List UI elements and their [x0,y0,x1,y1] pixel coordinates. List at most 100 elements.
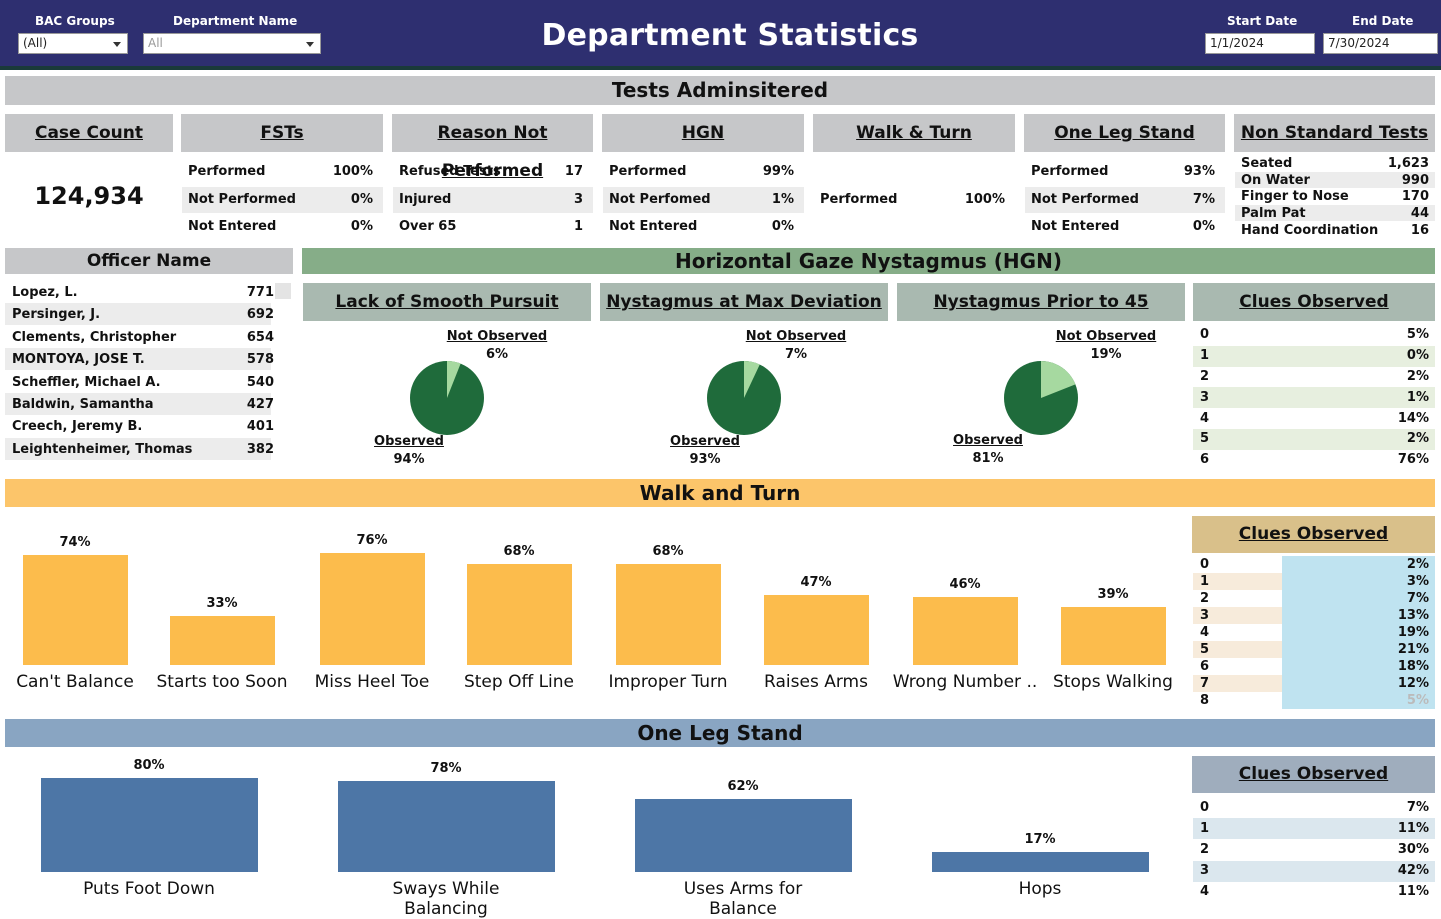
scrollbar-thumb[interactable] [275,283,291,299]
clue-percent: 1% [1406,389,1429,405]
officer-name: Persinger, J. [12,307,101,323]
bar-mark[interactable] [931,852,1149,872]
case-count-heading[interactable]: Case Count [5,114,173,152]
bar-value-label: 74% [59,535,91,551]
hgn-clues-heading[interactable]: Clues Observed [1193,283,1435,321]
stat-value: 3 [573,192,583,207]
clue-percent: 7% [1406,799,1429,815]
bar-value-label: 80% [133,758,165,774]
hgn-pie-chart[interactable] [704,358,784,438]
clue-row: 0 2% [1193,556,1435,573]
clue-count: 5 [1200,641,1210,657]
one-leg-stand-title: One Leg Stand [5,719,1435,747]
hgn-heading[interactable]: HGN [602,114,804,152]
officer-row[interactable]: Baldwin, Samantha 427 [5,393,274,415]
bar-mark[interactable] [634,799,852,872]
clue-row: 6 18% [1193,658,1435,675]
fsts-heading[interactable]: FSTs [181,114,383,152]
officer-row[interactable]: Scheffler, Michael A. 540 [5,371,274,393]
clue-percent: 2% [1406,368,1429,384]
stat-value: 93% [1183,164,1215,179]
observed-value: 94% [393,452,425,467]
non-standard-row: Seated 1,623 [1235,155,1435,171]
hgn-pie-heading[interactable]: Nystagmus Prior to 45 [897,283,1185,321]
end-date-label: End Date [1352,14,1414,28]
stat-value: 17 [564,164,583,179]
clue-row: 3 13% [1193,607,1435,624]
clue-percent: 5% [1406,692,1429,708]
bar-mark[interactable] [1060,607,1166,665]
bar-mark[interactable] [22,555,128,665]
non-standard-value: 1,623 [1387,156,1429,171]
bar-mark[interactable] [319,552,425,665]
clue-count: 3 [1200,607,1210,623]
stat-value: 0% [350,219,373,234]
clue-percent: 18% [1397,658,1429,674]
officer-row[interactable]: Persinger, J. 692 [5,303,274,326]
clue-row: 4 19% [1193,624,1435,641]
non-standard-label: Hand Coordination [1241,222,1379,238]
clue-count: 2 [1200,590,1210,606]
department-name-select[interactable]: All [143,33,321,54]
clue-row: 6 76% [1193,450,1435,471]
clue-count: 0 [1200,799,1210,815]
bar-mark[interactable] [912,596,1018,665]
stat-row: Not Perfomed 1% [603,187,804,213]
clue-percent: 42% [1397,863,1429,879]
officer-list[interactable]: Lopez, L. 771 Persinger, J. 692 Clements, Ch… [5,281,293,471]
one-leg-stand-clues-heading[interactable]: Clues Observed [1192,756,1435,793]
officer-row[interactable]: Clements, Christopher 654 [5,326,274,348]
hgn-pie-chart[interactable] [407,358,487,438]
bar-value-label: 68% [652,544,684,560]
stat-row: Performed 100% [814,187,1015,213]
clue-percent: 7% [1406,590,1429,606]
stat-label: Refused Tests [399,164,501,179]
stat-row: Performed 100% [182,159,383,185]
bac-groups-select[interactable]: (All) [18,33,128,54]
bar-mark[interactable] [466,564,572,665]
stat-label: Injured [399,192,452,207]
walk-turn-heading[interactable]: Walk & Turn [813,114,1015,152]
one-leg-stand-heading[interactable]: One Leg Stand [1024,114,1225,152]
start-date-input[interactable]: 1/1/2024 [1205,33,1315,54]
bar-value-label: 33% [206,596,238,612]
bar-mark[interactable] [40,778,258,872]
officer-count: 771 [246,285,274,300]
start-date-label: Start Date [1227,14,1298,28]
reason-not-performed-heading[interactable]: Reason Not Performed [392,114,593,181]
bar-mark[interactable] [615,564,721,665]
bar-value-label: 78% [430,760,462,776]
clue-count: 4 [1200,624,1210,640]
stat-label: Not Perfomed [609,192,711,207]
bar-mark[interactable] [337,780,555,872]
clue-percent: 12% [1397,675,1429,691]
officer-row[interactable]: MONTOYA, JOSE T. 578 [5,348,274,371]
stat-row: Injured 3 [393,187,593,213]
clue-row: 4 11% [1193,882,1435,903]
clue-count: 7 [1200,675,1210,691]
stat-label: Not Entered [1031,219,1120,234]
bar-mark[interactable] [169,616,275,665]
clue-count: 0 [1200,556,1210,572]
officer-row[interactable]: Leightenheimer, Thomas 382 [5,437,274,460]
clue-count: 4 [1200,410,1210,426]
hgn-pie-heading[interactable]: Nystagmus at Max Deviation [600,283,888,321]
non-standard-tests-heading[interactable]: Non Standard Tests [1234,114,1435,152]
stat-row: Performed 99% [603,159,804,185]
walk-turn-clues-heading[interactable]: Clues Observed [1192,516,1435,553]
hgn-pie-chart[interactable] [1001,358,1081,438]
hgn-pie-heading[interactable]: Lack of Smooth Pursuit [303,283,591,321]
end-date-input[interactable]: 7/30/2024 [1323,33,1438,54]
department-name-label: Department Name [173,14,298,28]
walk-and-turn-title: Walk and Turn [5,479,1435,507]
stat-label: Performed [820,192,898,207]
clue-row: 5 2% [1193,429,1435,450]
officer-row[interactable]: Lopez, L. 771 [5,281,274,303]
officer-name: Leightenheimer, Thomas [12,441,193,457]
not-observed-label: Not Observed [745,329,847,344]
stat-value: 100% [964,192,1005,207]
non-standard-row: On Water 990 [1235,171,1435,188]
officer-row[interactable]: Creech, Jeremy B. 401 [5,415,274,437]
officer-name-heading[interactable]: Officer Name [5,248,293,274]
bar-mark[interactable] [763,595,869,665]
